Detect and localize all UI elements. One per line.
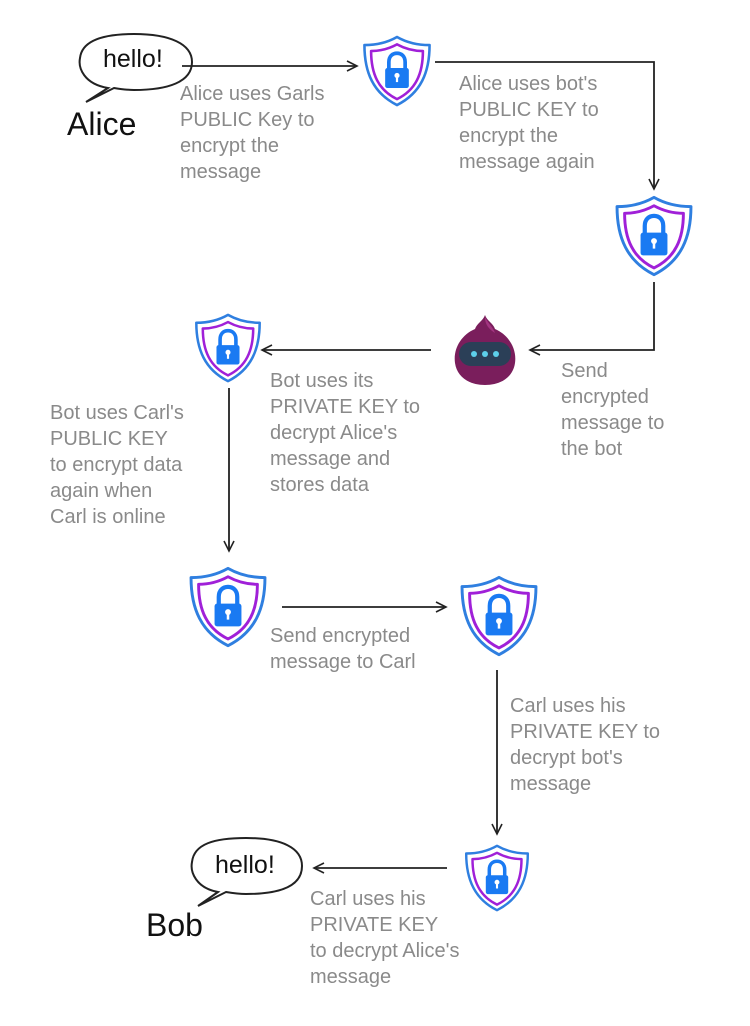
step-4-caption: Bot uses its PRIVATE KEY to decrypt Alic… (270, 370, 421, 496)
shield-lock-icon (464, 844, 530, 912)
bob-label: Bob (146, 907, 203, 943)
step-5-caption: Bot uses Carl's PUBLIC KEY to encrypt da… (50, 402, 184, 528)
step-1-caption: Alice uses Garls PUBLIC Key to encrypt t… (180, 83, 325, 183)
bob-bubble-text: hello! (215, 851, 275, 879)
shield-lock-icon (195, 313, 261, 383)
shield-lock-icon (615, 195, 693, 277)
shield-lock-icon (189, 566, 267, 648)
arrow-shield-2-to-bot (528, 282, 655, 356)
step-7-caption: Carl uses his PRIVATE KEY to decrypt bot… (510, 695, 661, 795)
alice-bubble-text: hello! (103, 45, 163, 73)
onion-bot-icon (454, 315, 516, 385)
alice-label: Alice (67, 106, 137, 142)
step-8-caption: Carl uses his PRIVATE KEY to decrypt Ali… (310, 888, 460, 988)
shield-lock-icon (460, 575, 538, 657)
shield-lock-icon (363, 35, 431, 107)
encryption-flow-diagram: hello! Alice hello! Bob Alice uses Garls… (0, 0, 750, 1026)
step-3-caption: Send encrypted message to the bot (561, 360, 665, 460)
step-6-caption: Send encrypted message to Carl (270, 625, 416, 673)
step-2-caption: Alice uses bot's PUBLIC KEY to encrypt t… (459, 73, 599, 173)
